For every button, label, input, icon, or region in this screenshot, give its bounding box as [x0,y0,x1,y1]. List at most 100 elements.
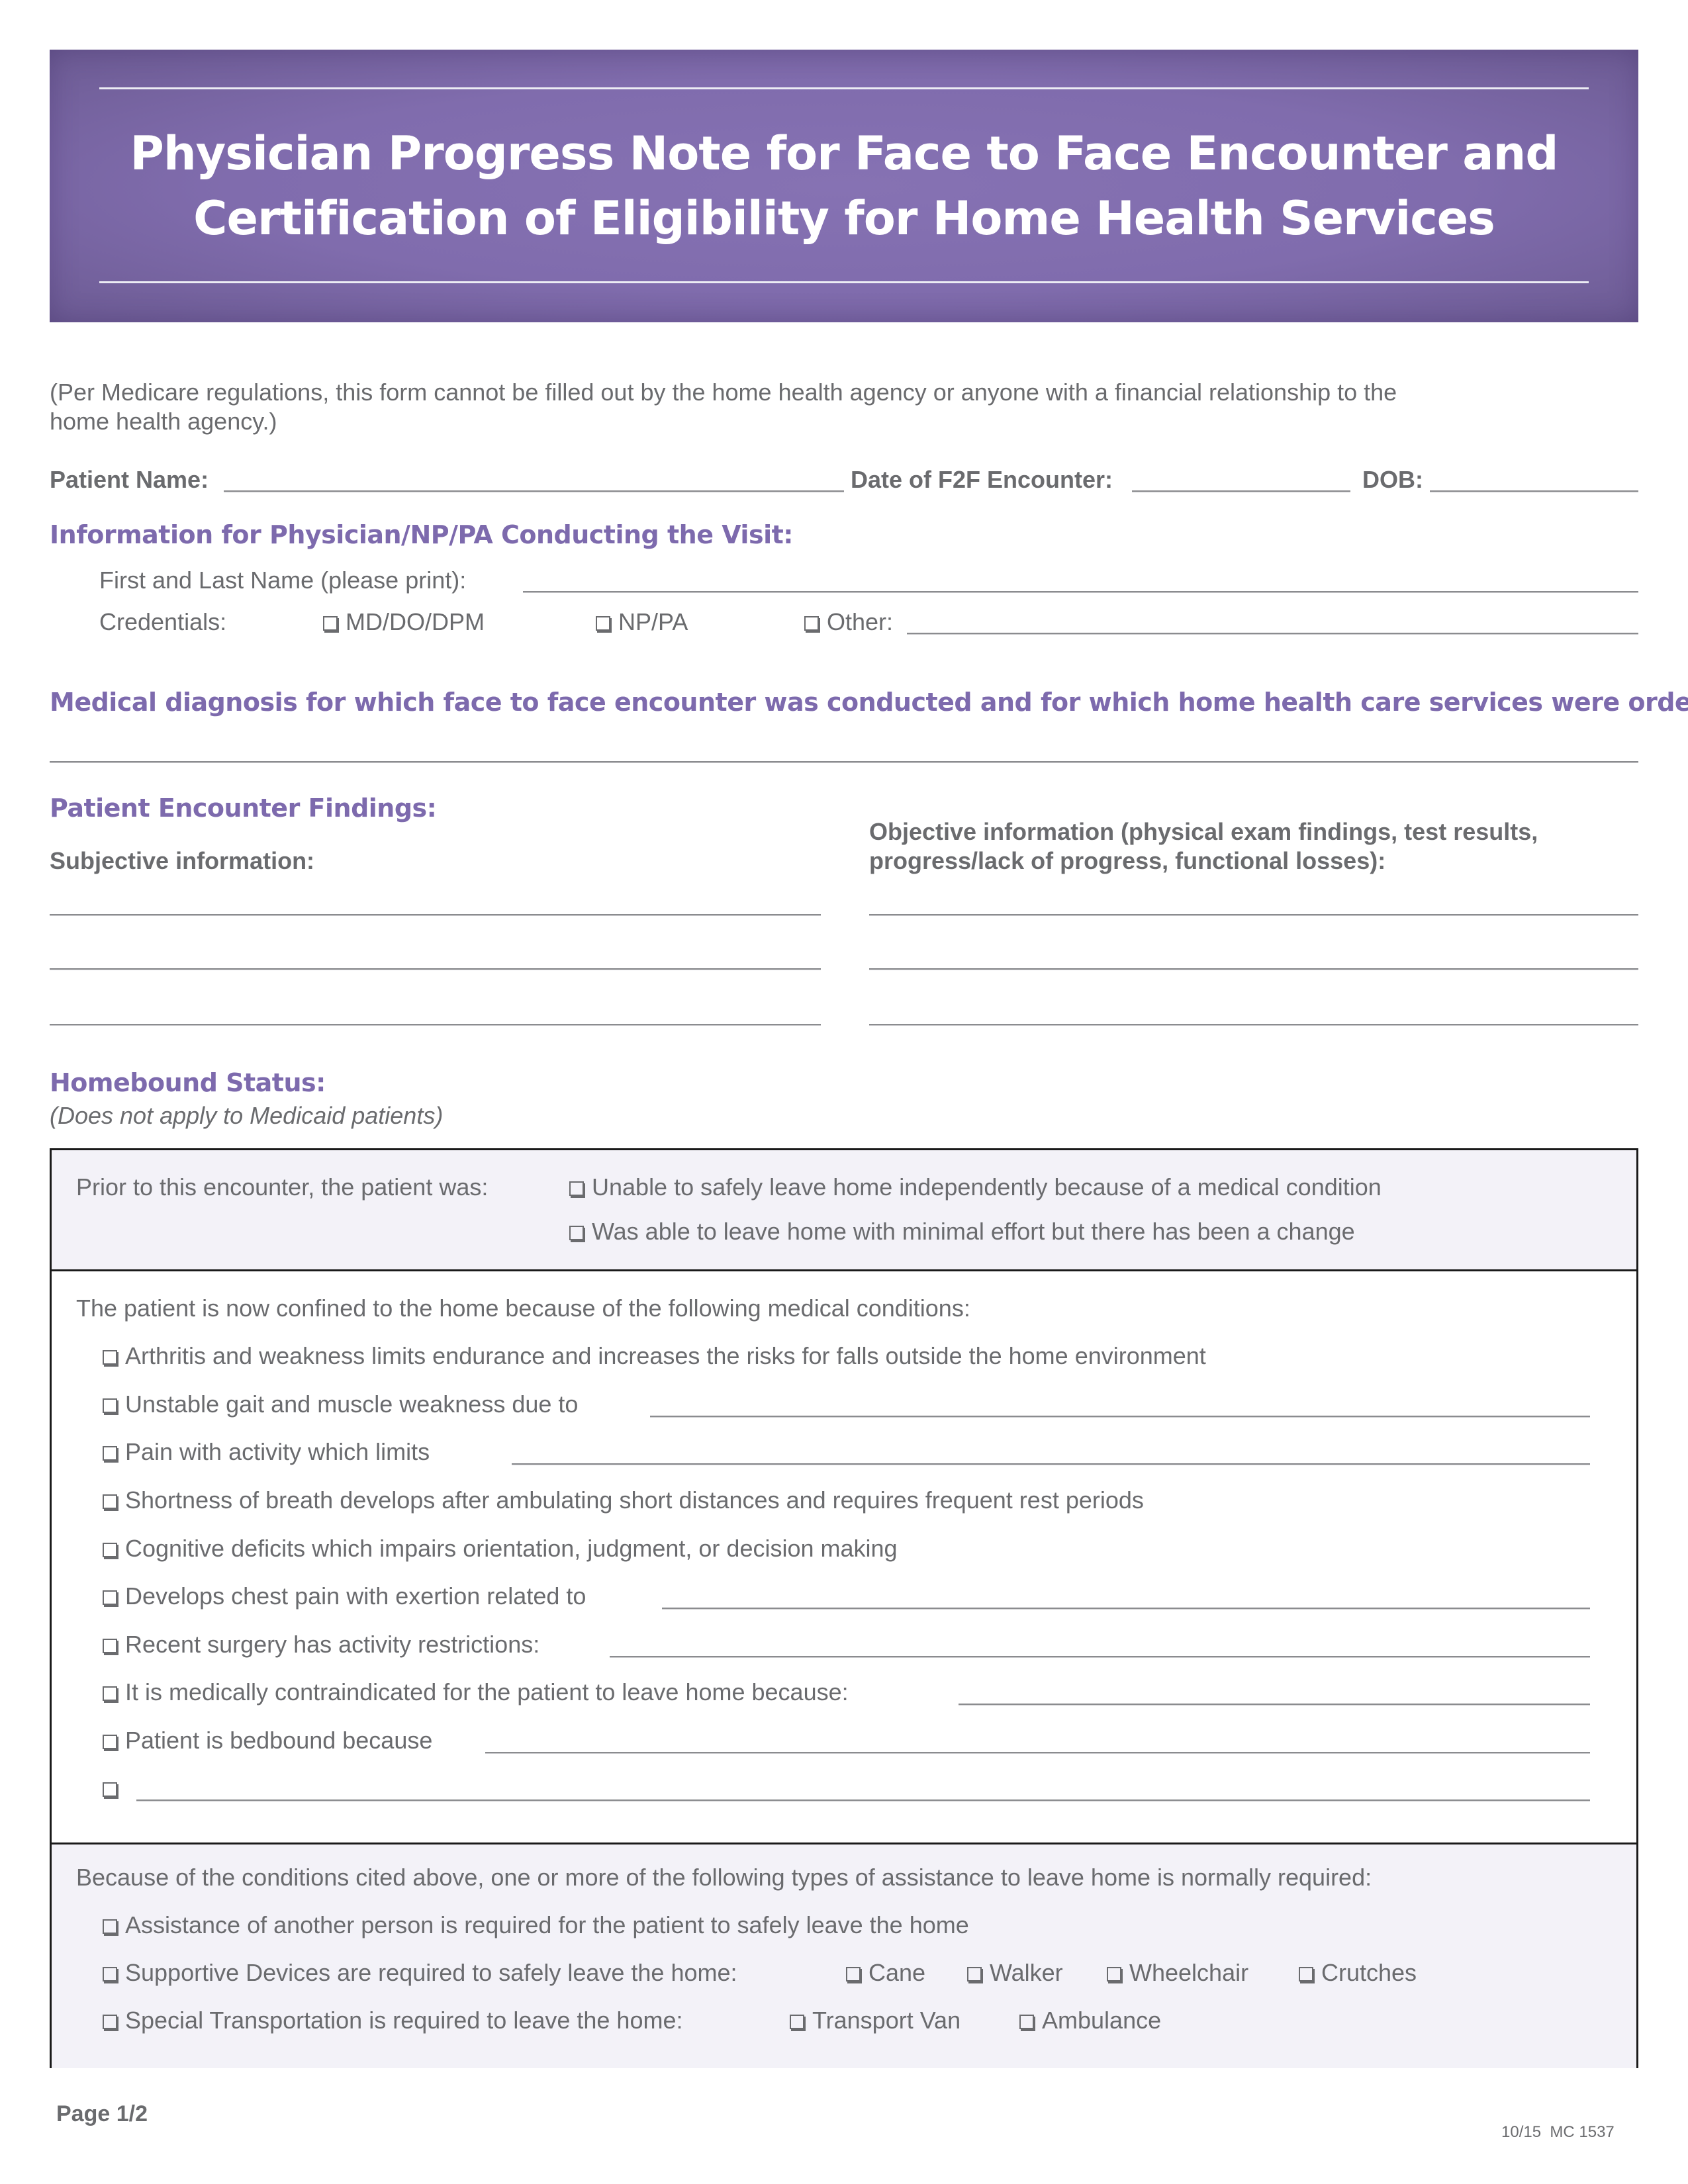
credentials-label: Credentials: [99,608,227,635]
checkbox-icon[interactable] [804,616,819,631]
checkbox-icon[interactable] [103,1590,117,1605]
devices-option[interactable]: Supportive Devices are required to safel… [103,1958,737,1987]
checkbox-icon[interactable] [103,1639,117,1653]
confined-label: The patient is now confined to the home … [76,1295,970,1322]
condition-item[interactable]: Patient is bedbound because [103,1726,432,1755]
prior-option-unable[interactable]: Unable to safely leave home independentl… [569,1173,1382,1202]
condition-blank-field[interactable] [650,1416,1590,1418]
checkbox-icon[interactable] [103,1967,117,1981]
transport-van[interactable]: Transport Van [790,2006,961,2035]
condition-label: Cognitive deficits which impairs orienta… [125,1535,898,1562]
findings-heading: Patient Encounter Findings: [50,794,437,823]
homebound-box: Prior to this encounter, the patient was… [50,1148,1638,2068]
device-wheelchair-label: Wheelchair [1129,1959,1249,1986]
checkbox-icon[interactable] [569,1226,584,1240]
condition-blank-field[interactable] [959,1704,1590,1706]
condition-label: Recent surgery has activity restrictions… [125,1631,540,1658]
condition-item[interactable]: Pain with activity which limits [103,1437,430,1467]
condition-label: Arthritis and weakness limits endurance … [125,1342,1206,1369]
checkbox-icon[interactable] [1299,1967,1313,1981]
devices-label: Supportive Devices are required to safel… [125,1959,737,1986]
disclaimer-line2: home health agency.) [50,408,277,435]
transport-ambulance[interactable]: Ambulance [1019,2006,1161,2035]
condition-item[interactable]: Cognitive deficits which impairs orienta… [103,1534,898,1563]
condition-blank-field[interactable] [485,1752,1590,1754]
condition-item[interactable]: Develops chest pain with exertion relate… [103,1582,586,1611]
checkbox-icon[interactable] [967,1967,982,1981]
device-crutches[interactable]: Crutches [1299,1958,1417,1987]
checkbox-icon[interactable] [1019,2015,1034,2029]
condition-label: Shortness of breath develops after ambul… [125,1486,1144,1514]
checkbox-icon[interactable] [103,1919,117,1934]
condition-blank-field[interactable] [512,1463,1590,1465]
credential-other[interactable]: Other: [804,608,893,637]
checkbox-icon[interactable] [103,1446,117,1461]
checkbox-icon[interactable] [569,1181,584,1196]
condition-item[interactable]: Recent surgery has activity restrictions… [103,1630,539,1659]
condition-blank-field[interactable] [610,1656,1590,1658]
checkbox-icon[interactable] [103,1782,117,1797]
diagnosis-field[interactable] [50,761,1638,763]
dob-label: DOB: [1362,466,1423,493]
objective-line[interactable] [869,1024,1638,1026]
checkbox-icon[interactable] [323,616,338,631]
subjective-line[interactable] [50,968,821,970]
patient-name-field[interactable] [224,490,844,492]
condition-blank-field[interactable] [662,1608,1590,1610]
device-wheelchair[interactable]: Wheelchair [1107,1958,1248,1987]
device-walker[interactable]: Walker [967,1958,1063,1987]
page-number: Page 1/2 [56,2101,148,2126]
condition-item[interactable]: Arthritis and weakness limits endurance … [103,1342,1206,1371]
credential-other-field[interactable] [907,633,1638,635]
checkbox-icon[interactable] [103,1398,117,1413]
assistance-person-label: Assistance of another person is required… [125,1911,969,1938]
checkbox-icon[interactable] [846,1967,861,1981]
checkbox-icon[interactable] [103,2015,117,2029]
dob-field[interactable] [1430,490,1638,492]
condition-item[interactable]: Unstable gait and muscle weakness due to [103,1390,578,1419]
form-title: Physician Progress Note for Face to Face… [50,121,1638,251]
checkbox-icon[interactable] [103,1350,117,1365]
device-cane[interactable]: Cane [846,1958,925,1987]
homebound-heading: Homebound Status: [50,1068,326,1097]
condition-label: Develops chest pain with exertion relate… [125,1582,586,1610]
transport-option[interactable]: Special Transportation is required to le… [103,2006,682,2035]
condition-item[interactable]: Shortness of breath develops after ambul… [103,1486,1144,1515]
objective-line[interactable] [869,968,1638,970]
condition-label: Unstable gait and muscle weakness due to [125,1390,579,1418]
checkbox-icon[interactable] [596,616,610,631]
title-banner: Physician Progress Note for Face to Face… [50,50,1638,322]
prior-status-label: Prior to this encounter, the patient was… [76,1173,489,1201]
credential-np-pa[interactable]: NP/PA [596,608,688,637]
objective-line[interactable] [869,914,1638,916]
condition-label: It is medically contraindicated for the … [125,1678,849,1706]
credential-md-do-dpm[interactable]: MD/DO/DPM [323,608,485,637]
checkbox-icon[interactable] [790,2015,804,2029]
subjective-line[interactable] [50,1024,821,1026]
physician-name-field[interactable] [523,591,1638,593]
device-walker-label: Walker [990,1959,1063,1986]
checkbox-icon[interactable] [103,1735,117,1749]
checkbox-icon[interactable] [103,1494,117,1509]
prior-option-able[interactable]: Was able to leave home with minimal effo… [569,1217,1355,1246]
objective-label-line1: Objective information (physical exam fin… [869,818,1538,845]
f2f-date-label: Date of F2F Encounter: [851,466,1113,493]
subjective-line[interactable] [50,914,821,916]
condition-item[interactable]: It is medically contraindicated for the … [103,1678,849,1707]
device-crutches-label: Crutches [1321,1959,1417,1986]
checkbox-icon[interactable] [103,1543,117,1557]
transport-ambulance-label: Ambulance [1042,2007,1162,2034]
condition-item-other[interactable] [103,1774,125,1803]
form-title-line2: Certification of Eligibility for Home He… [193,191,1495,246]
banner-bottom-rule [99,281,1589,283]
device-cane-label: Cane [868,1959,926,1986]
assistance-person-option[interactable]: Assistance of another person is required… [103,1911,969,1940]
credential-np-pa-label: NP/PA [618,608,688,635]
condition-label: Pain with activity which limits [125,1438,430,1465]
physician-info-heading: Information for Physician/NP/PA Conducti… [50,520,793,549]
diagnosis-heading: Medical diagnosis for which face to face… [50,688,1688,717]
f2f-date-field[interactable] [1132,490,1350,492]
condition-other-field[interactable] [136,1799,1590,1801]
checkbox-icon[interactable] [103,1686,117,1701]
checkbox-icon[interactable] [1107,1967,1121,1981]
